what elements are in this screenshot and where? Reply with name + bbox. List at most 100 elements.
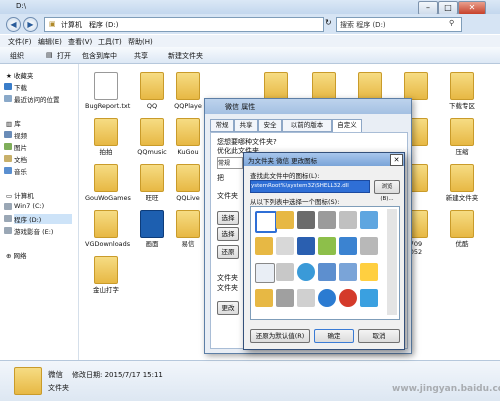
restore-button[interactable]: 还原 <box>217 245 239 259</box>
restore-default-button[interactable]: 还原为默认值(R) <box>250 329 310 343</box>
chip-icon[interactable] <box>318 211 336 229</box>
printer-icon[interactable] <box>276 237 294 255</box>
folder-icon <box>14 367 42 395</box>
search-icon[interactable] <box>339 263 357 281</box>
key-icon[interactable] <box>360 263 378 281</box>
folder-icon <box>176 210 200 238</box>
users-icon[interactable] <box>318 263 336 281</box>
folder-icon <box>94 210 118 238</box>
cd-icon[interactable] <box>339 211 357 229</box>
nav-computer[interactable]: ▭ 计算机 <box>6 190 34 200</box>
video-icon <box>4 131 12 138</box>
nav-videos[interactable]: 视频 <box>4 130 27 140</box>
file-item[interactable]: QQLive <box>167 164 209 202</box>
drive-icon[interactable] <box>297 211 315 229</box>
file-item[interactable]: 下载专区 <box>441 72 483 110</box>
menu-file[interactable]: 文件(F) <box>8 37 32 47</box>
icon-path-input[interactable]: ystemRoot%\system32\SHELL32.dll <box>250 180 370 193</box>
nav-libraries[interactable]: ▥ 库 <box>6 118 21 128</box>
menu-tools[interactable]: 工具(T) <box>98 37 122 47</box>
nav-drive-d[interactable]: 程序 (D:) <box>4 214 72 224</box>
nav-music[interactable]: 音乐 <box>4 166 27 176</box>
folder-icon[interactable] <box>255 289 273 307</box>
document-icon[interactable] <box>255 211 277 233</box>
breadcrumb-drive[interactable]: 程序 (D:) <box>89 20 118 30</box>
drive-icon <box>4 203 12 210</box>
file-item[interactable]: 拍拍 <box>85 118 127 156</box>
nav-documents[interactable]: 文档 <box>4 154 27 164</box>
browse-button[interactable]: 浏览(B)... <box>374 180 400 202</box>
file-item[interactable]: 优酷 <box>441 210 483 248</box>
search-input[interactable]: 搜索 程序 (D:) ⚲ <box>336 17 462 32</box>
cdrom-icon[interactable] <box>297 289 315 307</box>
network-icon[interactable] <box>339 237 357 255</box>
open-button[interactable]: 打开 <box>57 51 71 61</box>
file-item[interactable]: 新建文件夹 <box>441 164 483 202</box>
nav-downloads[interactable]: 下载 <box>4 82 27 92</box>
nav-recent[interactable]: 最近访问的位置 <box>4 94 60 104</box>
scrollbar[interactable] <box>387 209 397 315</box>
display-icon[interactable] <box>360 289 378 307</box>
file-item[interactable]: 金山打字 <box>85 256 127 294</box>
minimize-button[interactable]: – <box>418 1 438 15</box>
tab-general[interactable]: 常规 <box>210 119 234 132</box>
file-item[interactable]: 压缩 <box>441 118 483 156</box>
recent-icon <box>4 95 12 102</box>
share-button[interactable]: 共享 <box>134 51 148 61</box>
file-item[interactable]: QQPlaye <box>167 72 209 110</box>
apply-checkbox[interactable]: 把 <box>217 173 224 183</box>
nav-pictures[interactable]: 图片 <box>4 142 27 152</box>
nav-network[interactable]: ⊕ 网络 <box>6 250 27 260</box>
computer-icon: ▣ <box>49 20 56 28</box>
file-item[interactable]: KuGou <box>167 118 209 156</box>
tab-security[interactable]: 安全 <box>258 119 282 132</box>
tab-customize[interactable]: 自定义 <box>332 119 362 132</box>
icon-list[interactable] <box>250 206 400 320</box>
optimize-select[interactable]: 常规 <box>217 157 243 169</box>
folder-icon[interactable] <box>276 211 294 229</box>
change-icon-button[interactable]: 更改 <box>217 301 239 315</box>
tab-previous-versions[interactable]: 以前的版本 <box>282 119 332 132</box>
refresh-icon[interactable]: ↻ <box>325 18 332 27</box>
file-item[interactable]: GouWoGames <box>85 164 131 202</box>
menu-edit[interactable]: 编辑(E) <box>38 37 62 47</box>
file-item[interactable]: VGDownloads <box>85 210 130 248</box>
new-folder-button[interactable]: 新建文件夹 <box>168 51 203 61</box>
include-library-button[interactable]: 包含到库中 <box>82 51 117 61</box>
tab-sharing[interactable]: 共享 <box>234 119 258 132</box>
file-item[interactable]: 易信 <box>167 210 209 248</box>
globe-icon[interactable] <box>318 237 336 255</box>
ok-button[interactable]: 确定 <box>314 329 354 343</box>
selected-name: 微信 <box>48 370 63 379</box>
disk-icon[interactable] <box>360 211 378 229</box>
close-button[interactable]: ✕ <box>458 1 486 15</box>
back-icon[interactable]: ◀ <box>6 17 21 32</box>
keyboard-icon[interactable] <box>276 263 294 281</box>
maximize-button[interactable]: □ <box>438 1 458 15</box>
shutdown-icon[interactable] <box>339 289 357 307</box>
nav-drive-c[interactable]: Win7 (C:) <box>4 202 44 212</box>
window-icon[interactable] <box>255 263 275 283</box>
breadcrumb-computer[interactable]: 计算机 <box>61 20 82 30</box>
disc-icon[interactable] <box>360 237 378 255</box>
file-item[interactable]: BugReport.txt <box>85 72 130 110</box>
folder-icon <box>450 210 474 238</box>
cancel-button[interactable]: 取消 <box>358 329 400 343</box>
folder-icon[interactable] <box>255 237 273 255</box>
choose-button[interactable]: 选择 <box>217 227 239 241</box>
choose-file-button[interactable]: 选择 <box>217 211 239 225</box>
monitor-icon[interactable] <box>297 237 315 255</box>
earth-icon[interactable] <box>297 263 315 281</box>
organize-button[interactable]: 组织 <box>10 51 24 61</box>
close-icon[interactable]: ✕ <box>390 154 403 166</box>
menu-help[interactable]: 帮助(H) <box>128 37 153 47</box>
menu-view[interactable]: 查看(V) <box>68 37 92 47</box>
help-icon[interactable] <box>318 289 336 307</box>
folder-icon <box>176 164 200 192</box>
nav-drive-e[interactable]: 游戏影音 (E:) <box>4 226 53 236</box>
address-field[interactable]: ▣ 计算机 程序 (D:) <box>44 17 324 32</box>
drive-icon[interactable] <box>276 289 294 307</box>
nav-favorites[interactable]: ★ 收藏夹 <box>6 70 33 80</box>
forward-icon[interactable]: ▶ <box>23 17 38 32</box>
command-bar: 组织 ▤ 打开 包含到库中 共享 新建文件夹 <box>0 47 500 64</box>
